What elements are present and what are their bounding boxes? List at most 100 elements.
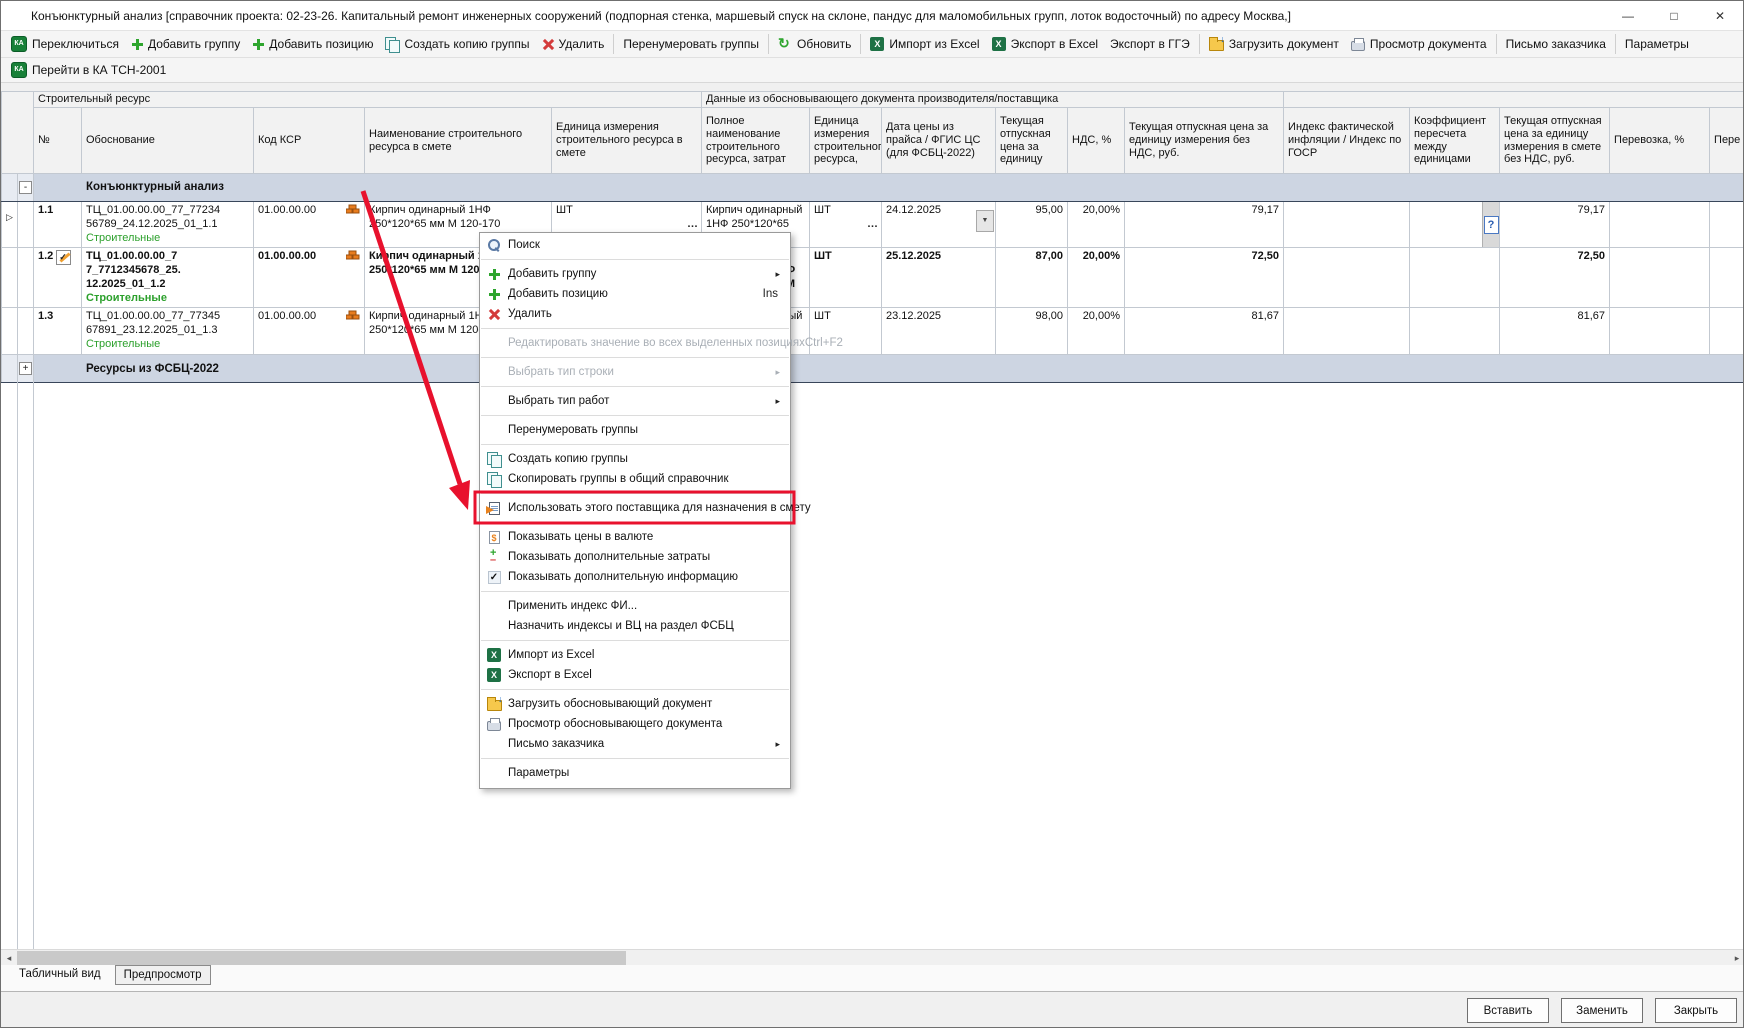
table-row[interactable]: 1.2 ТЦ_01.00.00.00_7 7_7712345678_25. 12…	[2, 248, 1744, 308]
price-date-cell[interactable]: 25.12.2025	[882, 248, 996, 308]
renumber-groups-button[interactable]: Перенумеровать группы	[617, 35, 765, 53]
group-band-fsbc[interactable]: + Ресурсы из ФСБЦ-2022	[2, 355, 1744, 383]
customer-letter-button[interactable]: Письмо заказчика	[1500, 35, 1612, 53]
price-date-cell[interactable]: 23.12.2025	[882, 308, 996, 355]
menu-item-show-prices-currency[interactable]: Показывать цены в валюте	[480, 527, 790, 547]
parameters-button[interactable]: Параметры	[1619, 35, 1695, 53]
conversion-factor-cell[interactable]: ?	[1410, 202, 1500, 248]
menu-item-delete[interactable]: Удалить	[480, 304, 790, 324]
ellipsis-button[interactable]: …	[687, 218, 699, 232]
price-smeta-cell[interactable]: 72,50	[1500, 248, 1610, 308]
ellipsis-button[interactable]: …	[867, 218, 879, 232]
current-price-cell[interactable]: 87,00	[996, 248, 1068, 308]
col-header-price-date[interactable]: Дата цены из прайса / ФГИС ЦС (для ФСБЦ-…	[882, 108, 996, 174]
tab-table-view[interactable]: Табличный вид	[11, 965, 109, 983]
switch-button[interactable]: КАПереключиться	[5, 34, 125, 54]
menu-item-view-supporting-document[interactable]: Просмотр обосновывающего документа	[480, 714, 790, 734]
price-date-cell[interactable]: 24.12.2025▼	[882, 202, 996, 248]
menu-item-add-group[interactable]: Добавить группу▸	[480, 264, 790, 284]
price-smeta-cell[interactable]: 81,67	[1500, 308, 1610, 355]
inflation-index-cell[interactable]	[1284, 308, 1410, 355]
view-document-button[interactable]: Просмотр документа	[1345, 35, 1493, 53]
menu-item-copy-groups-to-directory[interactable]: Скопировать группы в общий справочник	[480, 469, 790, 489]
col-header-transport[interactable]: Перевозка, %	[1610, 108, 1710, 174]
supplier-unit-cell[interactable]: ШТ…	[810, 202, 882, 248]
menu-item-copy-group[interactable]: Создать копию группы	[480, 449, 790, 469]
menu-item-load-supporting-document[interactable]: Загрузить обосновывающий документ	[480, 694, 790, 714]
close-button[interactable]: ✕	[1697, 1, 1743, 31]
col-header-supplier-unit[interactable]: Единица измерения строительного ресурса,	[810, 108, 882, 174]
transport-cell[interactable]	[1610, 248, 1710, 308]
menu-item-export-excel[interactable]: Экспорт в Excel	[480, 665, 790, 685]
menu-item-show-additional-costs[interactable]: Показывать дополнительные затраты	[480, 547, 790, 567]
menu-item-assign-indexes-fsbc[interactable]: Назначить индексы и ВЦ на раздел ФСБЦ	[480, 616, 790, 636]
col-header-name[interactable]: Наименование строительного ресурса в сме…	[365, 108, 552, 174]
current-price-cell[interactable]: 95,00	[996, 202, 1068, 248]
copy-group-button[interactable]: Создать копию группы	[379, 35, 535, 53]
expand-button[interactable]: +	[19, 362, 32, 375]
export-gge-button[interactable]: Экспорт в ГГЭ	[1104, 35, 1196, 53]
current-price-cell[interactable]: 98,00	[996, 308, 1068, 355]
justification-cell[interactable]: ТЦ_01.00.00.00_77_77345 67891_23.12.2025…	[82, 308, 254, 355]
col-header-cut[interactable]: Пере	[1710, 108, 1744, 174]
menu-item-add-position[interactable]: Добавить позициюIns	[480, 284, 790, 304]
maximize-button[interactable]: □	[1651, 1, 1697, 31]
import-excel-button[interactable]: Импорт из Excel	[864, 35, 985, 53]
minimize-button[interactable]: —	[1605, 1, 1651, 31]
col-header-price-smeta[interactable]: Текущая отпускная цена за единицу измере…	[1500, 108, 1610, 174]
scroll-right-button[interactable]: ▸	[1729, 950, 1744, 966]
dropdown-button[interactable]: ▼	[976, 210, 994, 232]
ksr-code-cell[interactable]: 01.00.00.00	[254, 202, 365, 248]
group-band-analysis[interactable]: - Конъюнктурный анализ	[2, 174, 1744, 202]
vat-cell[interactable]: 20,00%	[1068, 308, 1125, 355]
table-row[interactable]: ▷ 1.1 ТЦ_01.00.00.00_77_77234 56789_24.1…	[2, 202, 1744, 248]
inflation-index-cell[interactable]	[1284, 202, 1410, 248]
ksr-code-cell[interactable]: 01.00.00.00	[254, 308, 365, 355]
inflation-index-cell[interactable]	[1284, 248, 1410, 308]
export-excel-button[interactable]: Экспорт в Excel	[986, 35, 1104, 53]
price-no-vat-cell[interactable]: 72,50	[1125, 248, 1284, 308]
add-position-button[interactable]: Добавить позицию	[246, 35, 379, 53]
conversion-factor-cell[interactable]	[1410, 248, 1500, 308]
col-header-justification[interactable]: Обоснование	[82, 108, 254, 174]
col-header-price-no-vat[interactable]: Текущая отпускная цена за единицу измере…	[1125, 108, 1284, 174]
price-no-vat-cell[interactable]: 81,67	[1125, 308, 1284, 355]
menu-item-renumber-groups[interactable]: Перенумеровать группы	[480, 420, 790, 440]
col-header-vat[interactable]: НДС, %	[1068, 108, 1125, 174]
scrollbar-thumb[interactable]	[17, 951, 626, 965]
col-header-unit[interactable]: Единица измерения строительного ресурса …	[552, 108, 702, 174]
goto-ka-tsn-button[interactable]: КАПерейти в КА ТСН-2001	[5, 60, 172, 80]
col-header-full-name[interactable]: Полное наименование строительного ресурс…	[702, 108, 810, 174]
justification-cell[interactable]: ТЦ_01.00.00.00_77_77234 56789_24.12.2025…	[82, 202, 254, 248]
menu-item-parameters[interactable]: Параметры	[480, 763, 790, 783]
refresh-button[interactable]: Обновить	[772, 35, 857, 53]
justification-cell[interactable]: ТЦ_01.00.00.00_7 7_7712345678_25. 12.202…	[82, 248, 254, 308]
replace-button[interactable]: Заменить	[1561, 998, 1643, 1023]
close-dialog-button[interactable]: Закрыть	[1655, 998, 1737, 1023]
menu-item-apply-fi-index[interactable]: Применить индекс ФИ...	[480, 596, 790, 616]
delete-button[interactable]: Удалить	[536, 35, 611, 53]
tab-preview[interactable]: Предпросмотр	[115, 965, 211, 985]
conversion-factor-cell[interactable]	[1410, 308, 1500, 355]
transport-cell[interactable]	[1610, 202, 1710, 248]
supplier-unit-cell[interactable]: ШТ	[810, 248, 882, 308]
collapse-button[interactable]: -	[19, 181, 32, 194]
price-smeta-cell[interactable]: 79,17	[1500, 202, 1610, 248]
insert-button[interactable]: Вставить	[1467, 998, 1549, 1023]
vat-cell[interactable]: 20,00%	[1068, 248, 1125, 308]
col-header-inflation-index[interactable]: Индекс фактической инфляции / Индекс по …	[1284, 108, 1410, 174]
menu-item-select-work-type[interactable]: Выбрать тип работ▸	[480, 391, 790, 411]
vat-cell[interactable]: 20,00%	[1068, 202, 1125, 248]
menu-item-customer-letter[interactable]: Письмо заказчика▸	[480, 734, 790, 754]
ksr-code-cell[interactable]: 01.00.00.00	[254, 248, 365, 308]
price-no-vat-cell[interactable]: 79,17	[1125, 202, 1284, 248]
menu-item-use-supplier-for-estimate[interactable]: Использовать этого поставщика для назнач…	[480, 498, 790, 518]
col-header-ksr-code[interactable]: Код КСР	[254, 108, 365, 174]
menu-item-import-excel[interactable]: Импорт из Excel	[480, 645, 790, 665]
horizontal-scrollbar[interactable]: ◂ ▸	[1, 949, 1744, 965]
col-header-num[interactable]: №	[34, 108, 82, 174]
scroll-left-button[interactable]: ◂	[1, 950, 17, 966]
col-header-conversion-factor[interactable]: Коэффициент пересчета между единицами	[1410, 108, 1500, 174]
question-button[interactable]: ?	[1484, 216, 1499, 234]
menu-item-show-additional-info[interactable]: Показывать дополнительную информацию	[480, 567, 790, 587]
